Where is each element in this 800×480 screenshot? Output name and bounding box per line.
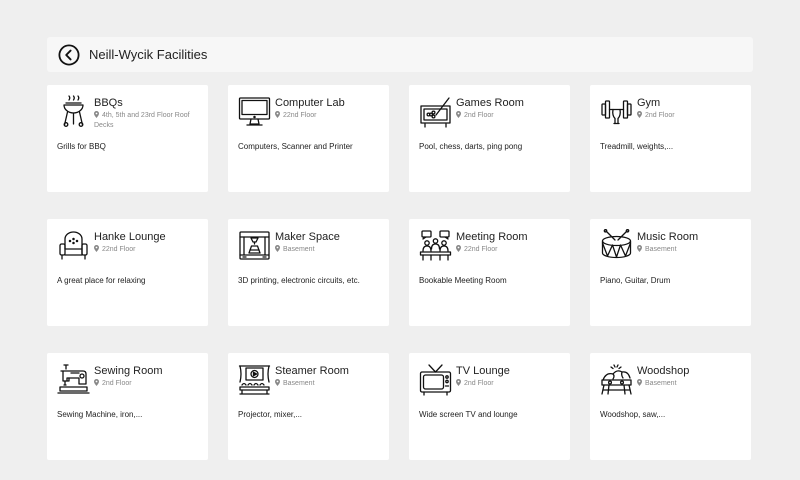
location-pin-icon (275, 245, 280, 252)
facility-title: BBQs (94, 97, 123, 109)
location-text: 2nd Floor (645, 112, 675, 119)
location-text: Basement (283, 246, 315, 253)
facility-description: Sewing Machine, iron,... (57, 410, 143, 419)
location-pin-icon (94, 379, 99, 386)
dumbbell-icon (600, 95, 633, 128)
location-pin-icon (637, 245, 642, 252)
facility-card-games-room[interactable]: Games Room 2nd Floor Pool, chess, darts,… (409, 85, 570, 192)
facility-card-woodshop[interactable]: Woodshop Basement Woodshop, saw,... (590, 353, 751, 460)
location-pin-icon (275, 379, 280, 386)
woodworking-icon (600, 363, 633, 396)
facility-card-computer-lab[interactable]: Computer Lab 22nd Floor Computers, Scann… (228, 85, 389, 192)
facility-title: Games Room (456, 97, 524, 109)
computer-monitor-icon (238, 95, 271, 128)
facility-card-music-room[interactable]: Music Room Basement Piano, Guitar, Drum (590, 219, 751, 326)
location-text: 22nd Floor (464, 246, 498, 253)
location-pin-icon (637, 379, 642, 386)
facility-title: Computer Lab (275, 97, 345, 109)
pool-table-icon (419, 95, 452, 128)
facility-card-gym[interactable]: Gym 2nd Floor Treadmill, weights,... (590, 85, 751, 192)
facilities-grid: BBQs 4th, 5th and 23rd Floor Roof Decks … (47, 85, 753, 460)
facility-location: 2nd Floor (94, 379, 202, 389)
tv-icon (419, 363, 452, 396)
facility-location: Basement (275, 245, 383, 255)
page-title: Neill-Wycik Facilities (89, 47, 208, 62)
location-text: Basement (645, 246, 677, 253)
location-text: Basement (645, 380, 677, 387)
facility-card-maker-space[interactable]: Maker Space Basement 3D printing, electr… (228, 219, 389, 326)
location-pin-icon (456, 379, 461, 386)
facility-location: 2nd Floor (456, 379, 564, 389)
3d-printer-icon (238, 229, 271, 262)
facility-location: 22nd Floor (94, 245, 202, 255)
facility-title: TV Lounge (456, 365, 510, 377)
facility-card-bbqs[interactable]: BBQs 4th, 5th and 23rd Floor Roof Decks … (47, 85, 208, 192)
facility-description: Pool, chess, darts, ping pong (419, 142, 523, 151)
facility-description: 3D printing, electronic circuits, etc. (238, 276, 360, 285)
facility-description: A great place for relaxing (57, 276, 146, 285)
facility-location: Basement (637, 245, 745, 255)
facility-title: Steamer Room (275, 365, 349, 377)
facility-card-meeting-room[interactable]: Meeting Room 22nd Floor Bookable Meeting… (409, 219, 570, 326)
facility-description: Grills for BBQ (57, 142, 106, 151)
sewing-machine-icon (57, 363, 90, 396)
facility-description: Projector, mixer,... (238, 410, 303, 419)
facility-title: Hanke Lounge (94, 231, 166, 243)
location-pin-icon (637, 111, 642, 118)
location-pin-icon (456, 245, 461, 252)
armchair-icon (57, 229, 90, 262)
facility-location: 22nd Floor (456, 245, 564, 255)
facility-card-sewing-room[interactable]: Sewing Room 2nd Floor Sewing Machine, ir… (47, 353, 208, 460)
location-pin-icon (94, 245, 99, 252)
location-text: Basement (283, 380, 315, 387)
facility-location: 2nd Floor (456, 111, 564, 121)
facility-card-steamer-room[interactable]: Steamer Room Basement Projector, mixer,.… (228, 353, 389, 460)
meeting-table-icon (419, 229, 452, 262)
location-text: 22nd Floor (283, 112, 317, 119)
facility-description: Piano, Guitar, Drum (600, 276, 671, 285)
facility-card-tv-lounge[interactable]: TV Lounge 2nd Floor Wide screen TV and l… (409, 353, 570, 460)
facility-location: Basement (275, 379, 383, 389)
facility-title: Sewing Room (94, 365, 163, 377)
back-arrow-circle-icon[interactable] (58, 44, 80, 66)
location-text: 2nd Floor (464, 112, 494, 119)
facility-title: Music Room (637, 231, 699, 243)
facility-description: Computers, Scanner and Printer (238, 142, 353, 151)
location-pin-icon (275, 111, 280, 118)
facility-location: 22nd Floor (275, 111, 383, 121)
facility-title: Maker Space (275, 231, 340, 243)
facility-title: Gym (637, 97, 661, 109)
location-text: 4th, 5th and 23rd Floor Roof Decks (94, 112, 190, 129)
drum-icon (600, 229, 633, 262)
facility-card-hanke-lounge[interactable]: Hanke Lounge 22nd Floor A great place fo… (47, 219, 208, 326)
location-pin-icon (456, 111, 461, 118)
cinema-screen-icon (238, 363, 271, 396)
facility-location: 2nd Floor (637, 111, 745, 121)
location-pin-icon (94, 111, 99, 118)
facility-location: 4th, 5th and 23rd Floor Roof Decks (94, 111, 202, 131)
bbq-grill-icon (57, 95, 90, 128)
facility-title: Meeting Room (456, 231, 528, 243)
page-header: Neill-Wycik Facilities (47, 37, 753, 72)
facility-location: Basement (637, 379, 745, 389)
facility-title: Woodshop (637, 365, 690, 377)
facility-description: Bookable Meeting Room (419, 276, 507, 285)
location-text: 2nd Floor (102, 380, 132, 387)
facility-description: Treadmill, weights,... (600, 142, 674, 151)
location-text: 22nd Floor (102, 246, 136, 253)
location-text: 2nd Floor (464, 380, 494, 387)
facility-description: Woodshop, saw,... (600, 410, 666, 419)
facility-description: Wide screen TV and lounge (419, 410, 518, 419)
back-button[interactable] (58, 44, 80, 66)
